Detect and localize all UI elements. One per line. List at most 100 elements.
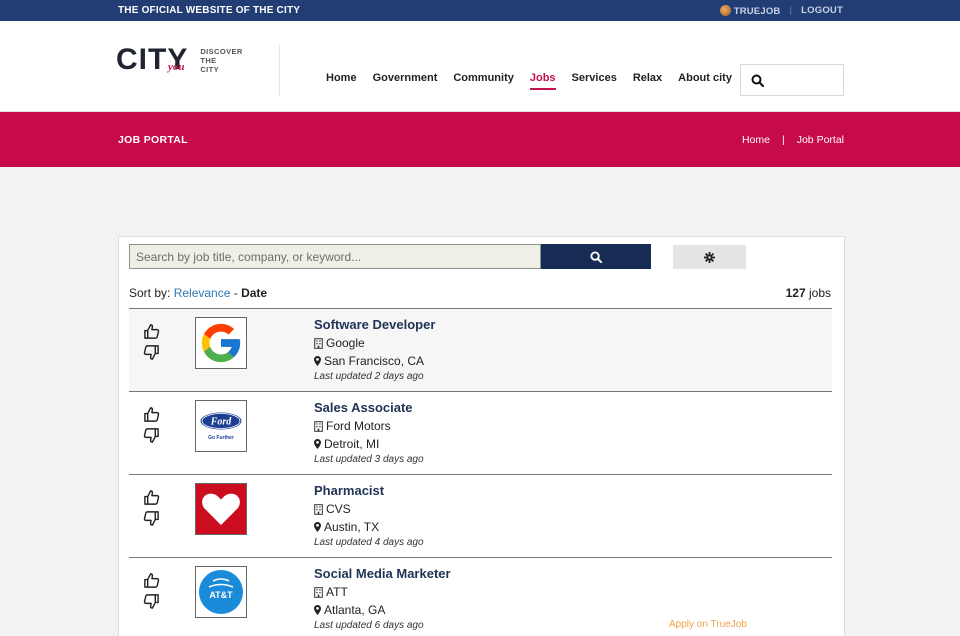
ford-logo-icon: Ford Go Further: [199, 411, 243, 441]
sort-dash: -: [233, 286, 238, 300]
job-company: Google: [314, 334, 435, 352]
thumbs-down-icon[interactable]: [143, 344, 160, 361]
job-title[interactable]: Sales Associate: [314, 400, 424, 415]
nav-community[interactable]: Community: [453, 72, 514, 84]
company-logo-google: [195, 317, 247, 369]
company-logo-ford: Ford Go Further: [195, 400, 247, 452]
sort-controls: Sort by: Relevance - Date: [129, 286, 267, 300]
breadcrumb: Home | Job Portal: [742, 134, 844, 146]
job-info: Social Media Marketer ATT Atlanta, GA La…: [314, 566, 451, 631]
company-logo-att: AT&T: [195, 566, 247, 618]
sort-label: Sort by:: [129, 286, 171, 300]
account-links: TRUEJOB | LOGOUT: [719, 4, 843, 17]
logo-tagline: DISCOVER THE CITY: [200, 46, 243, 74]
vote-buttons: [143, 489, 160, 527]
job-updated: Last updated 4 days ago: [314, 537, 424, 548]
nav-services[interactable]: Services: [572, 72, 617, 84]
globe-icon: [719, 4, 731, 16]
job-count-unit: jobs: [808, 286, 831, 300]
nav-home[interactable]: Home: [326, 72, 357, 84]
job-info: Sales Associate Ford Motors Detroit, MI …: [314, 400, 424, 465]
map-marker-icon: [314, 605, 321, 615]
company-logo-cvs: [195, 483, 247, 535]
job-company: ATT: [314, 583, 451, 601]
vote-buttons: [143, 406, 160, 444]
job-company: Ford Motors: [314, 417, 424, 435]
job-company: CVS: [314, 500, 424, 518]
thumbs-down-icon[interactable]: [143, 427, 160, 444]
thumbs-down-icon[interactable]: [143, 593, 160, 610]
account-link[interactable]: TRUEJOB: [719, 4, 781, 17]
job-location: Atlanta, GA: [314, 601, 451, 619]
ford-logo-subtext: Go Further: [208, 435, 234, 441]
gear-icon: [704, 251, 715, 263]
job-search-input[interactable]: [129, 244, 541, 269]
divider: |: [789, 5, 793, 16]
breadcrumb-current: Job Portal: [796, 133, 844, 146]
job-search-bar: [129, 244, 651, 269]
att-logo-text: AT&T: [209, 590, 233, 600]
settings-button[interactable]: [673, 245, 746, 269]
map-marker-icon: [314, 522, 321, 532]
building-icon: [314, 586, 323, 598]
job-info: Software Developer Google San Francisco,…: [314, 317, 435, 382]
apply-link[interactable]: Apply on TrueJob: [669, 619, 747, 630]
vote-buttons: [143, 323, 160, 361]
nav-government[interactable]: Government: [373, 72, 438, 84]
logout-link[interactable]: LOGOUT: [801, 5, 843, 16]
job-updated: Last updated 3 days ago: [314, 454, 424, 465]
job-row[interactable]: Software Developer Google San Francisco,…: [129, 308, 832, 391]
sort-date[interactable]: Date: [241, 286, 267, 300]
job-list: Software Developer Google San Francisco,…: [129, 308, 832, 636]
job-row[interactable]: AT&T Social Media Marketer ATT Atlanta, …: [129, 557, 832, 636]
city-logo[interactable]: CITY you DISCOVER THE CITY: [116, 43, 243, 77]
site-tagline: THE OFICIAL WEBSITE OF THE CITY: [118, 5, 301, 16]
header-divider: [279, 45, 280, 95]
header-search-button[interactable]: [740, 64, 844, 96]
thumbs-up-icon[interactable]: [143, 406, 160, 423]
thumbs-up-icon[interactable]: [143, 572, 160, 589]
search-icon: [590, 250, 602, 263]
breadcrumb-separator: |: [781, 133, 785, 146]
map-marker-icon: [314, 356, 321, 366]
job-row[interactable]: Pharmacist CVS Austin, TX Last updated 4…: [129, 474, 832, 557]
building-icon: [314, 337, 323, 349]
map-marker-icon: [314, 439, 321, 449]
job-info: Pharmacist CVS Austin, TX Last updated 4…: [314, 483, 424, 548]
site-header: CITY you DISCOVER THE CITY Home Governme…: [0, 21, 960, 112]
job-location: Detroit, MI: [314, 435, 424, 453]
job-updated: Last updated 6 days ago: [314, 620, 424, 631]
job-list-card: Sort by: Relevance - Date 127 jobs: [118, 236, 845, 636]
vote-buttons: [143, 572, 160, 610]
job-title[interactable]: Software Developer: [314, 317, 435, 332]
page-banner: JOB PORTAL Home | Job Portal: [0, 112, 960, 167]
building-icon: [314, 420, 323, 432]
main-nav: Home Government Community Jobs Services …: [326, 72, 748, 90]
heart-icon: [196, 484, 246, 534]
nav-relax[interactable]: Relax: [633, 72, 662, 84]
ford-logo-text: Ford: [210, 417, 233, 428]
job-title[interactable]: Pharmacist: [314, 483, 424, 498]
job-count: 127 jobs: [786, 286, 831, 300]
thumbs-up-icon[interactable]: [143, 323, 160, 340]
building-icon: [314, 503, 323, 515]
job-updated: Last updated 2 days ago: [314, 371, 424, 382]
google-logo-icon: [201, 323, 241, 363]
att-logo-icon: AT&T: [199, 570, 243, 614]
job-title[interactable]: Social Media Marketer: [314, 566, 451, 581]
logo-script: you: [168, 61, 185, 73]
sort-relevance[interactable]: Relevance: [174, 286, 231, 300]
job-location: San Francisco, CA: [314, 352, 435, 370]
nav-jobs[interactable]: Jobs: [529, 72, 556, 90]
thumbs-down-icon[interactable]: [143, 510, 160, 527]
search-icon: [751, 74, 764, 87]
page-title: JOB PORTAL: [118, 133, 188, 146]
thumbs-up-icon[interactable]: [143, 489, 160, 506]
job-search-button[interactable]: [541, 244, 651, 269]
breadcrumb-home[interactable]: Home: [742, 134, 770, 146]
job-count-number: 127: [785, 286, 806, 300]
job-row[interactable]: Ford Go Further Sales Associate Ford Mot…: [129, 391, 832, 474]
job-location: Austin, TX: [314, 518, 424, 536]
top-bar: THE OFICIAL WEBSITE OF THE CITY TRUEJOB …: [0, 0, 960, 21]
nav-about-city[interactable]: About city: [678, 72, 732, 84]
